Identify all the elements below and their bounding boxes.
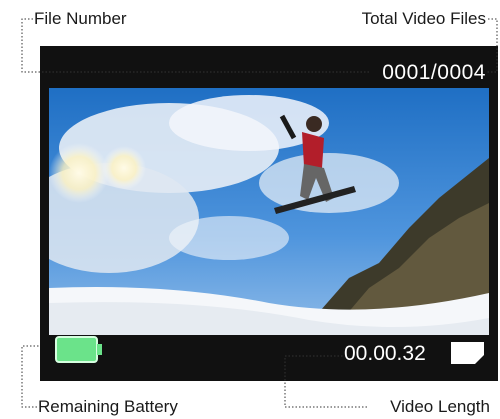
file-counter: 0001/0004 bbox=[382, 61, 486, 84]
total-video-files-label: Total Video Files bbox=[361, 9, 486, 28]
video-preview-image bbox=[49, 88, 489, 335]
video-length-label: Video Length bbox=[390, 397, 490, 416]
camera-screen: 0001/0004 00.00.32 bbox=[40, 46, 498, 381]
sd-card-icon bbox=[451, 342, 484, 364]
remaining-battery-label: Remaining Battery bbox=[38, 397, 178, 416]
video-time: 00.00.32 bbox=[344, 342, 426, 365]
file-number-label: File Number bbox=[34, 9, 127, 28]
battery-icon bbox=[55, 336, 103, 363]
